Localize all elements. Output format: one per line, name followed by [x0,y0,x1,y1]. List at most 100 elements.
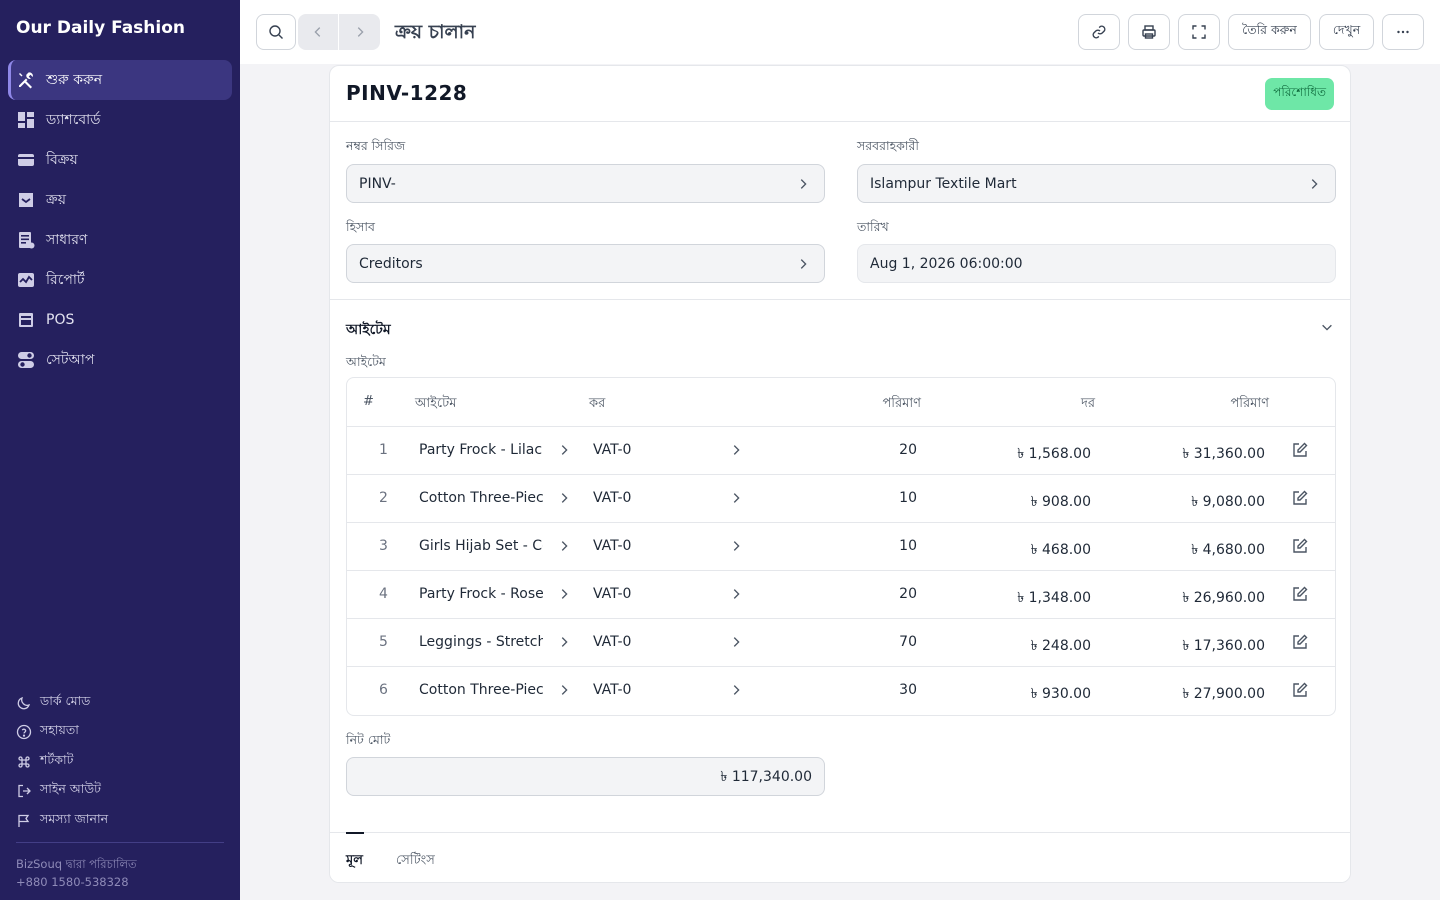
net-total-field: ৳ 117,340.00 [346,757,825,796]
account-value: Creditors [359,255,423,272]
flag-icon [16,813,32,829]
search-button[interactable] [256,14,296,50]
chevron-right-icon[interactable] [557,587,571,601]
row-tax[interactable]: VAT-0 [593,538,631,554]
moon-icon [16,695,32,711]
invoice-header: PINV-1228 পরিশোধিত [330,66,1350,122]
edit-icon[interactable] [1291,585,1309,603]
chevron-right-icon[interactable] [557,683,571,697]
sidebar-divider [16,842,224,843]
net-total-value: ৳ 117,340.00 [720,768,812,785]
chevron-right-icon[interactable] [557,539,571,553]
shortcuts-link[interactable]: শর্টকাট [16,747,224,777]
sidebar-item-purchase[interactable]: ক্রয় [8,180,232,220]
sidebar-item-setup[interactable]: সেটআপ [8,340,232,380]
create-button[interactable]: তৈরি করুন [1228,14,1311,50]
sidebar-item-sales[interactable]: বিক্রয় [8,140,232,180]
report-issue-link[interactable]: সমস্যা জানান [16,806,224,836]
invoice-card: PINV-1228 পরিশোধিত নম্বর সিরিজ PINV- সরব… [329,65,1351,883]
brand-name[interactable]: Our Daily Fashion [16,18,185,38]
row-quantity: 20 [899,586,917,602]
pos-icon [16,310,36,330]
chevron-right-icon[interactable] [729,587,743,601]
net-total-label: নিট মোট [346,732,391,747]
row-amount: ৳ 27,900.00 [1182,686,1265,702]
row-rate: ৳ 248.00 [1030,638,1091,654]
table-row[interactable]: 4 Party Frock - Rose VAT-0 20 ৳ 1,348.00… [347,571,1335,619]
sidebar-item-pos[interactable]: POS [8,300,232,340]
chevron-right-icon[interactable] [729,491,743,505]
table-row[interactable]: 6 Cotton Three-Piece VAT-0 30 ৳ 930.00 ৳… [347,667,1335,715]
row-item[interactable]: Cotton Three-Piece [419,682,543,698]
sidebar-item-general[interactable]: সাধারণ [8,220,232,260]
series-field[interactable]: PINV- [346,164,825,203]
chevron-down-icon[interactable] [1320,320,1334,334]
account-field[interactable]: Creditors [346,244,825,283]
row-item[interactable]: Party Frock - Rose [419,586,543,602]
supplier-field[interactable]: Islampur Textile Mart [857,164,1336,203]
row-item[interactable]: Cotton Three-Piece [419,490,543,506]
help-link[interactable]: সহায়তা [16,718,224,748]
forward-button[interactable] [339,14,380,50]
row-tax[interactable]: VAT-0 [593,682,631,698]
row-item[interactable]: Girls Hijab Set - Cotton [419,538,543,554]
chevron-right-icon[interactable] [729,635,743,649]
view-button[interactable]: দেখুন [1319,14,1374,50]
table-row[interactable]: 2 Cotton Three-Piece VAT-0 10 ৳ 908.00 ৳… [347,475,1335,523]
edit-icon[interactable] [1291,633,1309,651]
more-button[interactable] [1382,14,1424,50]
sidebar-nav: শুরু করুন ড্যাশবোর্ড বিক্রয় ক্রয় সাধার… [8,60,232,380]
back-button[interactable] [298,14,339,50]
chevron-right-icon [357,27,364,37]
table-row[interactable]: 5 Leggings - Stretch VAT-0 70 ৳ 248.00 ৳… [347,619,1335,667]
edit-icon[interactable] [1291,489,1309,507]
sidebar-item-reports[interactable]: রিপোর্ট [8,260,232,300]
search-icon [269,25,283,39]
history-nav [298,14,380,50]
tab-main[interactable]: মূল [346,851,363,872]
row-tax[interactable]: VAT-0 [593,634,631,650]
form-tabs: মূল সেটিংস [330,832,1350,882]
powered-by-text: BizSouq দ্বারা পরিচালিত [16,857,137,871]
table-header: # আইটেম কর পরিমাণ দর পরিমাণ [347,378,1335,427]
supplier-label: সরবরাহকারী [857,138,919,153]
edit-icon[interactable] [1291,537,1309,555]
chevron-right-icon[interactable] [557,635,571,649]
row-index: 2 [379,490,388,506]
row-amount: ৳ 26,960.00 [1182,590,1265,606]
chevron-right-icon[interactable] [729,683,743,697]
tools-icon [16,70,36,90]
chevron-right-icon[interactable] [729,443,743,457]
row-quantity: 10 [899,538,917,554]
print-button[interactable] [1128,14,1170,50]
sidebar-item-get-started[interactable]: শুরু করুন [8,60,232,100]
tab-settings[interactable]: সেটিংস [396,851,435,872]
row-item[interactable]: Leggings - Stretch [419,634,543,650]
top-bar: ক্রয় চালান তৈরি করুন দেখুন [240,0,1440,64]
sidebar-item-dashboard[interactable]: ড্যাশবোর্ড [8,100,232,140]
row-rate: ৳ 1,568.00 [1017,446,1091,462]
row-quantity: 70 [899,634,917,650]
chevron-right-icon[interactable] [557,491,571,505]
chevron-right-icon [1311,179,1318,189]
table-row[interactable]: 1 Party Frock - Lilac VAT-0 20 ৳ 1,568.0… [347,427,1335,475]
help-icon [16,724,32,740]
row-tax[interactable]: VAT-0 [593,586,631,602]
chevron-right-icon[interactable] [729,539,743,553]
copy-link-button[interactable] [1078,14,1120,50]
fullscreen-button[interactable] [1178,14,1220,50]
row-item[interactable]: Party Frock - Lilac [419,442,543,458]
row-tax[interactable]: VAT-0 [593,490,631,506]
table-row[interactable]: 3 Girls Hijab Set - Cotton VAT-0 10 ৳ 46… [347,523,1335,571]
date-field[interactable]: Aug 1, 2026 06:00:00 [857,244,1336,283]
col-tax: কর [589,396,606,411]
row-quantity: 10 [899,490,917,506]
edit-icon[interactable] [1291,441,1309,459]
chevron-right-icon[interactable] [557,443,571,457]
items-table: # আইটেম কর পরিমাণ দর পরিমাণ 1 Party Froc… [346,377,1336,716]
dark-mode-link[interactable]: ডার্ক মোড [16,688,224,718]
card-icon [16,150,36,170]
edit-icon[interactable] [1291,681,1309,699]
row-tax[interactable]: VAT-0 [593,442,631,458]
sign-out-link[interactable]: সাইন আউট [16,777,224,807]
